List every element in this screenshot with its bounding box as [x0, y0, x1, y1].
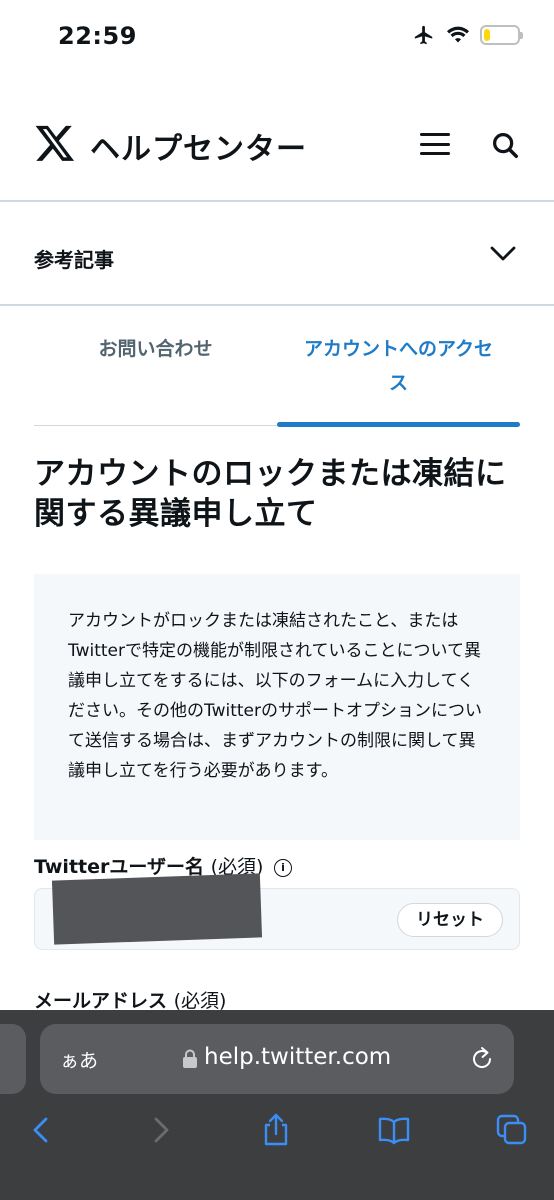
wifi-icon [447, 26, 469, 43]
email-required: (必須) [173, 990, 227, 1012]
tab-account-access[interactable]: アカウントへのアクセス [277, 330, 520, 426]
address-bar[interactable]: ぁあ help.twitter.com [40, 1024, 514, 1094]
battery-icon [480, 25, 523, 45]
chevron-down-icon [490, 246, 516, 261]
reset-button[interactable]: リセット [397, 903, 503, 937]
search-icon[interactable] [490, 130, 520, 160]
active-tab-indicator [277, 422, 520, 427]
related-articles-toggle[interactable]: 参考記事 [0, 204, 554, 306]
menu-line [420, 133, 450, 136]
previous-tab-preview[interactable] [0, 1024, 26, 1094]
info-box: アカウントがロックまたは凍結されたこと、またはTwitterで特定の機能が制限さ… [34, 574, 520, 840]
hamburger-menu-icon[interactable] [418, 130, 452, 158]
x-logo-icon[interactable] [34, 122, 76, 164]
browser-nav-row [0, 1102, 554, 1158]
status-bar: 22:59 [0, 0, 554, 80]
lock-icon [183, 1049, 197, 1068]
info-text: アカウントがロックまたは凍結されたこと、またはTwitterで特定の機能が制限さ… [68, 611, 482, 781]
category-tabs: お問い合わせ アカウントへのアクセス [34, 330, 520, 427]
page-settings-button[interactable]: ぁあ [60, 1046, 98, 1073]
status-icons [412, 24, 523, 46]
url-text: help.twitter.com [204, 1044, 392, 1070]
battery-level [484, 29, 491, 41]
site-header: ヘルプセンター [0, 100, 554, 202]
username-label-text: Twitterユーザー名 [34, 856, 204, 878]
username-input[interactable]: リセット [34, 873, 520, 950]
page-title: アカウントのロックまたは凍結に関する異議申し立て [34, 456, 507, 532]
info-icon[interactable]: i [274, 859, 293, 877]
share-icon[interactable] [258, 1112, 294, 1148]
email-label-text: メールアドレス [34, 990, 168, 1012]
menu-line [420, 142, 450, 146]
redacted-username [51, 873, 263, 945]
tab-contact[interactable]: お問い合わせ [34, 330, 277, 426]
airplane-mode-icon [414, 25, 433, 45]
tabs-icon[interactable] [494, 1112, 530, 1148]
forward-icon[interactable] [142, 1112, 178, 1148]
reload-icon[interactable] [468, 1045, 496, 1073]
bookmarks-icon[interactable] [376, 1112, 412, 1148]
menu-line [420, 152, 450, 155]
site-title[interactable]: ヘルプセンター [90, 124, 307, 168]
back-icon[interactable] [24, 1112, 60, 1148]
status-time: 22:59 [58, 22, 137, 50]
browser-toolbar: ぁあ help.twitter.com [0, 1010, 554, 1200]
email-label: メールアドレス (必須) [34, 986, 226, 1013]
related-articles-label: 参考記事 [34, 248, 114, 272]
